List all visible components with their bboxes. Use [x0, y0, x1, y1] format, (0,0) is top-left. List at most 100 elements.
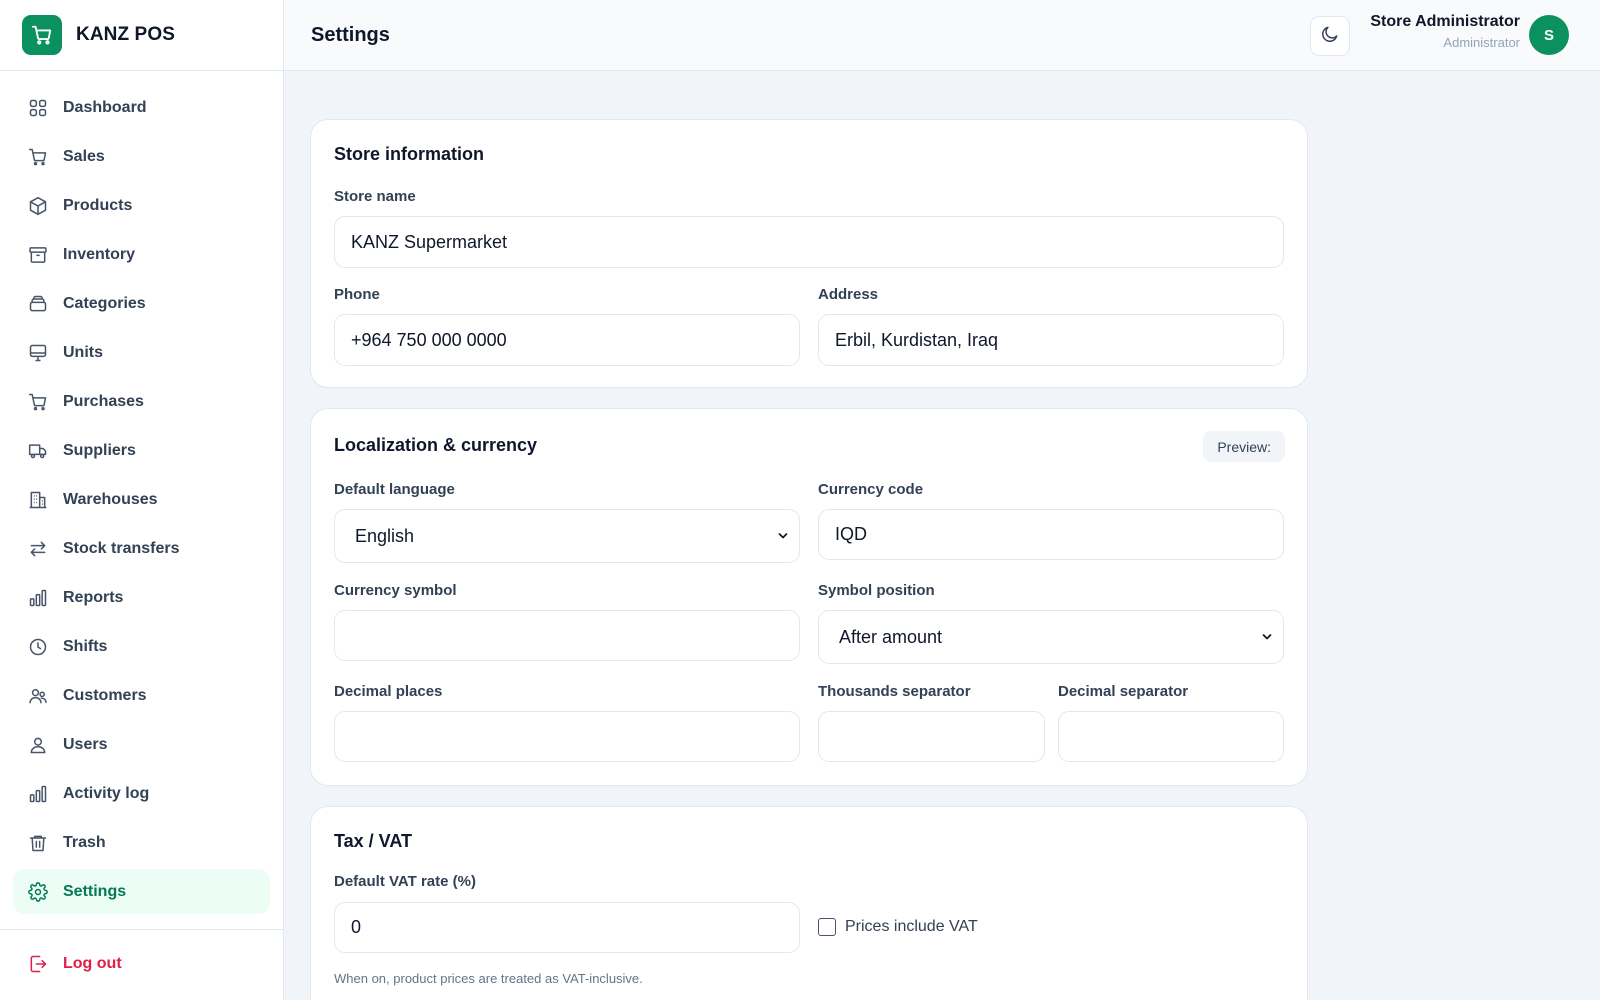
sidebar: KANZ POS Dashboard Sales Products Invent…	[0, 0, 284, 1000]
chevron-down-icon	[1261, 627, 1273, 648]
default-language-value: English	[355, 525, 415, 546]
sidebar-item-label: Customers	[63, 686, 147, 704]
sidebar-item-label: Dashboard	[63, 98, 147, 116]
sidebar-item-label: Inventory	[63, 245, 136, 263]
cart-icon	[27, 146, 49, 168]
decimal-separator-label: Decimal separator	[1058, 683, 1189, 700]
prices-include-vat-checkbox[interactable]	[818, 918, 836, 936]
sidebar-item-label: Units	[63, 343, 103, 361]
address-label: Address	[818, 286, 879, 303]
top-header: Settings Store Administrator Administrat…	[284, 0, 1600, 71]
symbol-position-select[interactable]: After amount	[818, 610, 1284, 664]
vat-hint: When on, product prices are treated as V…	[334, 971, 643, 986]
sidebar-item-reports[interactable]: Reports	[13, 575, 270, 620]
layers-icon	[27, 293, 49, 315]
sidebar-nav: Dashboard Sales Products Inventory Categ…	[0, 71, 283, 914]
bar-chart-icon	[27, 587, 49, 609]
default-language-label: Default language	[334, 481, 455, 498]
chevron-down-icon	[777, 526, 789, 547]
building-icon	[27, 489, 49, 511]
sidebar-item-label: Products	[63, 196, 133, 214]
decimal-places-input[interactable]	[334, 711, 800, 762]
store-information-card: Store information Store name KANZ Superm…	[310, 119, 1308, 388]
box-icon	[27, 195, 49, 217]
sidebar-item-suppliers[interactable]: Suppliers	[13, 428, 270, 473]
symbol-position-value: After amount	[839, 626, 943, 647]
preview-badge: Preview:	[1203, 431, 1285, 462]
default-language-select[interactable]: English	[334, 509, 800, 563]
sidebar-item-settings[interactable]: Settings	[13, 869, 270, 914]
sidebar-item-label: Trash	[63, 833, 106, 851]
sidebar-item-label: Activity log	[63, 784, 150, 802]
card-title: Localization & currency	[334, 435, 538, 455]
sidebar-item-dashboard[interactable]: Dashboard	[13, 85, 270, 130]
page-title: Settings	[311, 23, 390, 46]
cart-icon	[22, 15, 62, 55]
sidebar-item-label: Reports	[63, 588, 124, 606]
sidebar-item-purchases[interactable]: Purchases	[13, 379, 270, 424]
thousands-separator-input[interactable]	[818, 711, 1045, 762]
sidebar-item-label: Users	[63, 735, 108, 753]
sidebar-item-stock-transfers[interactable]: Stock transfers	[13, 526, 270, 571]
user-info: Store Administrator Administrator	[1370, 13, 1520, 50]
sidebar-item-label: Shifts	[63, 637, 108, 655]
sidebar-item-shifts[interactable]: Shifts	[13, 624, 270, 669]
cart-icon	[27, 391, 49, 413]
clock-icon	[27, 636, 49, 658]
theme-toggle-button[interactable]	[1310, 16, 1350, 56]
sidebar-item-sales[interactable]: Sales	[13, 134, 270, 179]
currency-code-input[interactable]: IQD	[818, 509, 1284, 560]
avatar[interactable]: S	[1529, 15, 1569, 55]
sidebar-item-inventory[interactable]: Inventory	[13, 232, 270, 277]
phone-input[interactable]: +964 750 000 0000	[334, 314, 800, 366]
card-title: Store information	[334, 144, 485, 164]
sidebar-item-label: Warehouses	[63, 490, 158, 508]
symbol-position-label: Symbol position	[818, 582, 935, 599]
phone-label: Phone	[334, 286, 380, 303]
sidebar-item-categories[interactable]: Categories	[13, 281, 270, 326]
sidebar-item-customers[interactable]: Customers	[13, 673, 270, 718]
decimal-separator-input[interactable]	[1058, 711, 1284, 762]
vat-rate-input[interactable]: 0	[334, 902, 800, 953]
prices-include-vat-toggle[interactable]: Prices include VAT	[818, 918, 978, 936]
prices-include-vat-label: Prices include VAT	[845, 918, 978, 935]
tax-vat-card: Tax / VAT Default VAT rate (%) 0 Prices …	[310, 806, 1308, 1000]
card-title: Tax / VAT	[334, 831, 413, 851]
sidebar-item-label: Suppliers	[63, 441, 136, 459]
arrows-icon	[27, 538, 49, 560]
store-name-input[interactable]: KANZ Supermarket	[334, 216, 1284, 268]
currency-symbol-input[interactable]	[334, 610, 800, 661]
user-role: Administrator	[1443, 35, 1520, 50]
user-name: Store Administrator	[1370, 13, 1520, 30]
sidebar-footer: Log out	[0, 929, 283, 986]
thousands-separator-label: Thousands separator	[818, 683, 971, 700]
sidebar-item-trash[interactable]: Trash	[13, 820, 270, 865]
sidebar-item-warehouses[interactable]: Warehouses	[13, 477, 270, 522]
users-icon	[27, 685, 49, 707]
grid-icon	[27, 97, 49, 119]
moon-icon	[1320, 24, 1340, 49]
sidebar-item-products[interactable]: Products	[13, 183, 270, 228]
address-input[interactable]: Erbil, Kurdistan, Iraq	[818, 314, 1284, 366]
bar-chart-icon	[27, 783, 49, 805]
sidebar-item-units[interactable]: Units	[13, 330, 270, 375]
sidebar-item-users[interactable]: Users	[13, 722, 270, 767]
brand: KANZ POS	[0, 0, 283, 71]
localization-currency-card: Localization & currency Preview: Default…	[310, 408, 1308, 786]
sidebar-item-activity-log[interactable]: Activity log	[13, 771, 270, 816]
user-icon	[27, 734, 49, 756]
sidebar-item-label: Settings	[63, 882, 127, 900]
truck-icon	[27, 440, 49, 462]
store-name-label: Store name	[334, 188, 416, 205]
gear-icon	[27, 881, 49, 903]
logout-button[interactable]: Log out	[13, 942, 270, 986]
decimal-places-label: Decimal places	[334, 683, 443, 700]
logout-label: Log out	[63, 955, 122, 972]
vat-rate-label: Default VAT rate (%)	[334, 873, 476, 890]
currency-symbol-label: Currency symbol	[334, 582, 457, 599]
brand-name: KANZ POS	[76, 24, 175, 45]
logout-icon	[27, 953, 49, 975]
sidebar-item-label: Sales	[63, 147, 105, 165]
currency-code-label: Currency code	[818, 481, 924, 498]
sidebar-item-label: Purchases	[63, 392, 144, 410]
